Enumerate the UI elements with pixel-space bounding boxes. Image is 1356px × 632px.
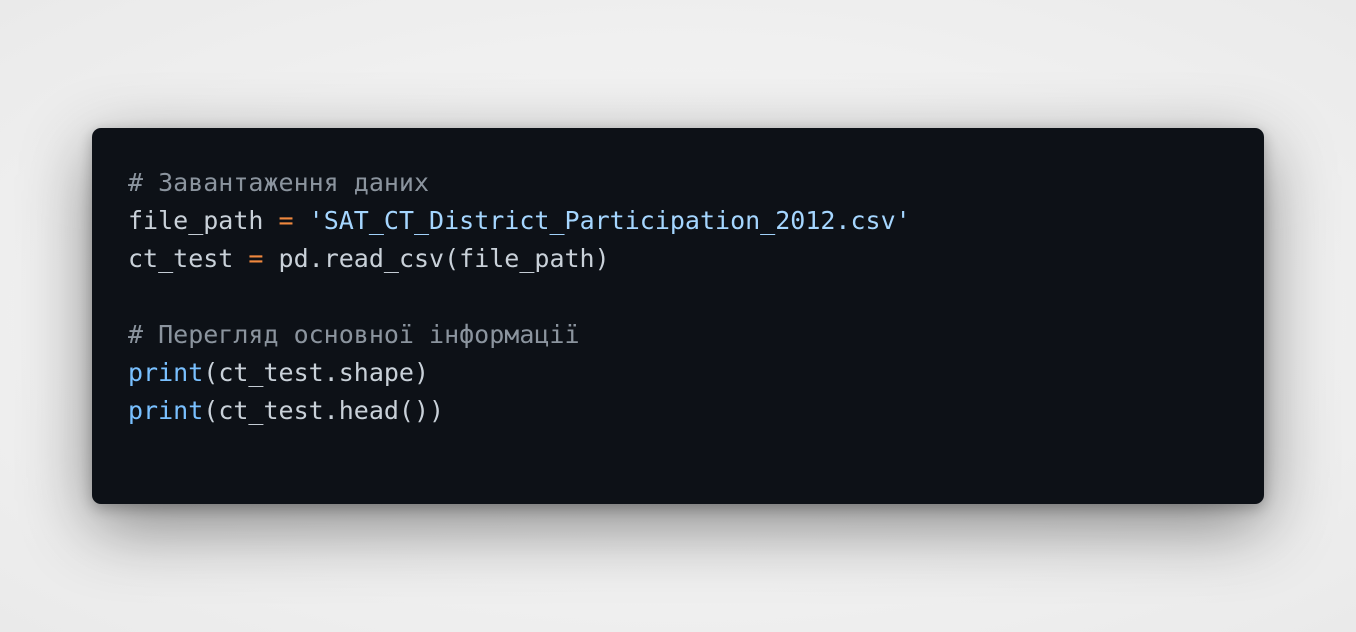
code-line: file_path = 'SAT_CT_District_Participati…: [128, 202, 1228, 240]
code-comment: # Перегляд основної інформації: [128, 320, 580, 349]
code-line-empty: [128, 278, 1228, 316]
code-builtin: print: [128, 396, 204, 425]
code-identifier: file_path: [128, 206, 279, 235]
code-expression: (ct_test.shape): [203, 358, 430, 387]
code-identifier: ct_test: [128, 244, 249, 273]
code-builtin: print: [128, 358, 204, 387]
code-window: # Завантаження даних file_path = 'SAT_CT_…: [92, 128, 1264, 504]
code-line: print(ct_test.shape): [128, 354, 1228, 392]
code-line: # Завантаження даних: [128, 164, 1228, 202]
code-line: ct_test = pd.read_csv(file_path): [128, 240, 1228, 278]
code-expression: pd.read_csv(file_path): [263, 244, 610, 273]
code-comment: # Завантаження даних: [128, 168, 430, 197]
code-operator: =: [278, 206, 294, 235]
code-block: # Завантаження даних file_path = 'SAT_CT_…: [128, 164, 1228, 430]
code-operator: =: [248, 244, 264, 273]
code-line: # Перегляд основної інформації: [128, 316, 1228, 354]
code-line: print(ct_test.head()): [128, 392, 1228, 430]
code-string: 'SAT_CT_District_Participation_2012.csv': [308, 206, 911, 235]
code-expression: (ct_test.head()): [203, 396, 445, 425]
